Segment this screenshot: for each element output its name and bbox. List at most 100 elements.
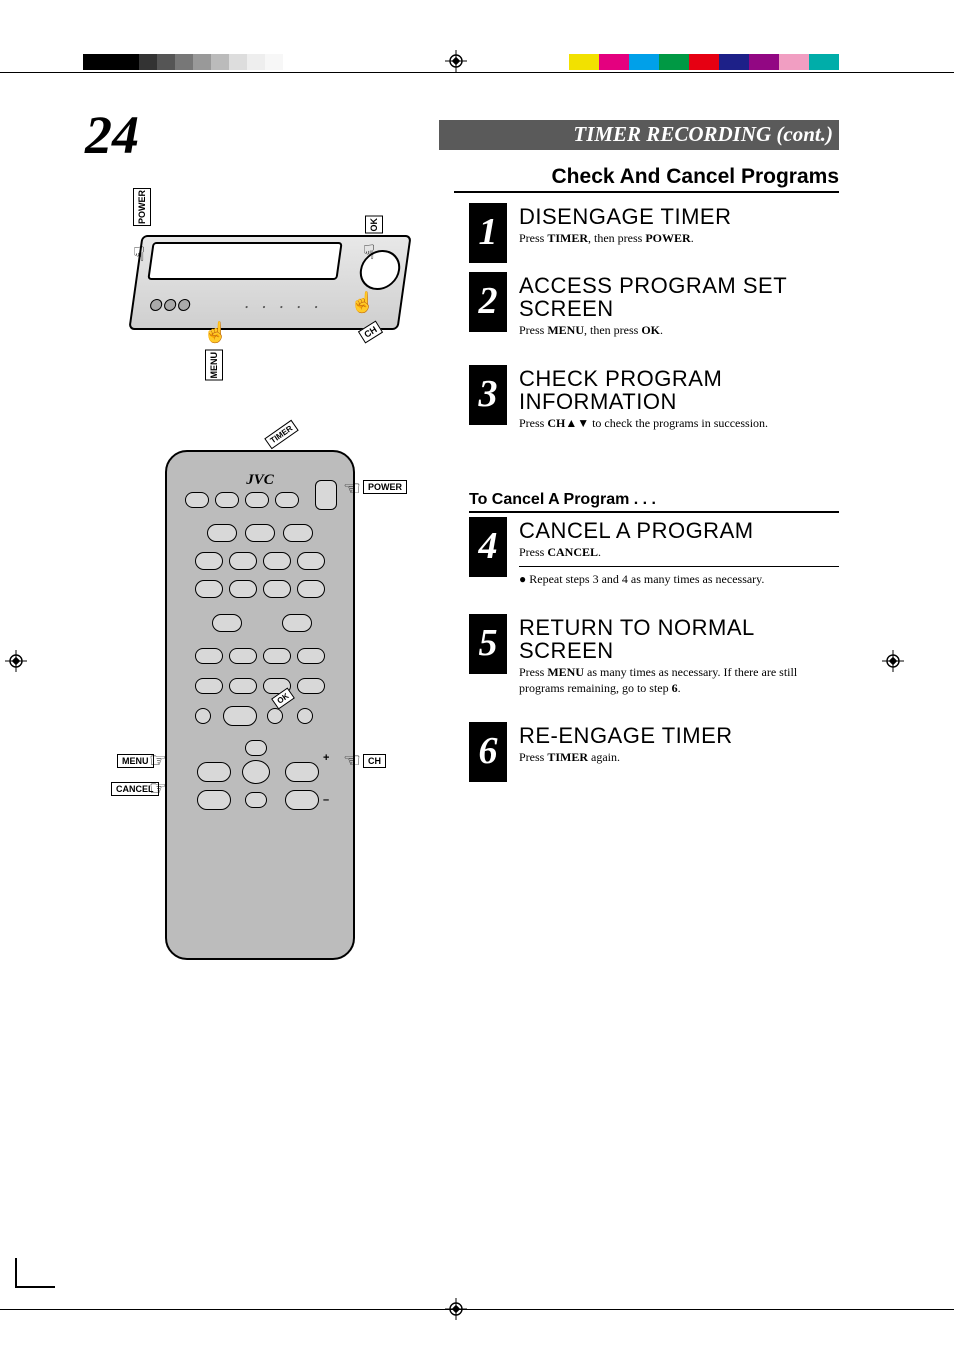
plus-label: + xyxy=(323,752,329,764)
step-6: 6RE-ENGAGE TIMERPress TIMER again. xyxy=(469,724,839,765)
hand-icon: ☞ xyxy=(149,776,167,801)
step-title: CHECK PROGRAM INFORMATION xyxy=(519,367,839,413)
remote-button xyxy=(297,648,325,664)
steps-column: 1 DISENGAGE TIMER Press TIMER, then press … xyxy=(469,205,839,793)
minus-label: – xyxy=(323,794,329,806)
reg-black-bar xyxy=(83,54,139,70)
step-body: Press TIMER again. xyxy=(519,749,839,765)
step-body: Press TIMER, then press POWER. xyxy=(519,230,839,246)
remote-body: JVC xyxy=(165,450,355,960)
remote-up-button xyxy=(245,740,267,756)
remote-button xyxy=(285,790,319,810)
hand-icon: ☟ xyxy=(133,242,145,267)
hand-icon: ☜ xyxy=(343,748,361,773)
step-number: 5 xyxy=(469,614,507,674)
crosshair-icon xyxy=(5,650,27,672)
page-number: 24 xyxy=(85,104,139,166)
remote-button xyxy=(229,552,257,570)
remote-button xyxy=(283,524,313,542)
remote-button xyxy=(297,708,313,724)
reg-line-bottom xyxy=(0,1309,954,1310)
remote-button xyxy=(245,492,269,508)
remote-button xyxy=(195,648,223,664)
remote-brand: JVC xyxy=(246,472,274,489)
callout-ok: OK xyxy=(365,216,383,234)
step-bullet: ● Repeat steps 3 and 4 as many times as … xyxy=(519,571,839,587)
remote-button xyxy=(195,708,211,724)
step-number: 6 xyxy=(469,722,507,782)
vcr-tape-slot xyxy=(147,242,342,280)
remote-button xyxy=(297,580,325,598)
step-body: Press MENU, then press OK. xyxy=(519,322,839,338)
hand-icon: ☞ xyxy=(149,748,167,773)
remote-button xyxy=(297,552,325,570)
step-number: 2 xyxy=(469,272,507,332)
callout-menu: MENU xyxy=(205,350,223,381)
remote-button xyxy=(297,678,325,694)
page-corner-mark xyxy=(15,1258,55,1288)
remote-menu-button xyxy=(197,762,231,782)
reg-line-top xyxy=(0,72,954,73)
left-illustration-column: • • • • • POWER OK MENU CH ☟ ☟ ☝ ☝ JVC xyxy=(95,180,425,960)
remote-illustration: JVC xyxy=(125,440,385,960)
crosshair-icon xyxy=(445,50,467,72)
step-number: 1 xyxy=(469,203,507,263)
remote-button xyxy=(245,524,275,542)
step-1: 1DISENGAGE TIMERPress TIMER, then press … xyxy=(469,205,839,246)
callout-power: POWER xyxy=(133,188,151,226)
remote-button xyxy=(263,648,291,664)
remote-button xyxy=(229,648,257,664)
remote-button xyxy=(275,492,299,508)
vcr-button-row xyxy=(149,298,231,314)
section-title-bar: TIMER RECORDING (cont.) xyxy=(439,120,839,150)
remote-button xyxy=(195,552,223,570)
vcr-illustration: • • • • • POWER OK MENU CH ☟ ☟ ☝ ☝ xyxy=(95,180,415,350)
remote-cancel-button xyxy=(197,790,231,810)
remote-button xyxy=(185,492,209,508)
reg-color-swatches xyxy=(569,54,839,70)
remote-button xyxy=(282,614,312,632)
remote-ch-button xyxy=(285,762,319,782)
remote-button xyxy=(229,678,257,694)
callout-timer: TIMER xyxy=(264,420,298,450)
remote-button xyxy=(212,614,242,632)
step-title: ACCESS PROGRAM SET SCREEN xyxy=(519,274,839,320)
step-body: Press CANCEL. xyxy=(519,544,839,560)
step-4: 4 CANCEL A PROGRAM Press CANCEL. ● Repeat s… xyxy=(469,519,839,587)
step-body: Press CH▲▼ to check the programs in succ… xyxy=(519,415,839,431)
step-2: 2 ACCESS PROGRAM SET SCREEN Press MENU, th… xyxy=(469,274,839,338)
remote-power-button xyxy=(315,480,337,510)
remote-button xyxy=(229,580,257,598)
step-title: RE-ENGAGE TIMER xyxy=(519,724,839,747)
step-5: 5 RETURN TO NORMAL SCREENPress MENU as ma… xyxy=(469,616,839,697)
remote-button xyxy=(263,580,291,598)
callout-power: POWER xyxy=(363,480,407,494)
vcr-indicator-dots: • • • • • xyxy=(244,302,324,312)
hand-icon: ☝ xyxy=(203,320,228,345)
remote-button xyxy=(215,492,239,508)
remote-ok-button xyxy=(267,708,283,724)
step-title: RETURN TO NORMAL SCREEN xyxy=(519,616,839,662)
subheading-cancel: To Cancel A Program . . . xyxy=(469,491,839,513)
callout-ch: CH xyxy=(363,754,386,768)
crosshair-icon xyxy=(882,650,904,672)
remote-button xyxy=(195,580,223,598)
step-title: CANCEL A PROGRAM xyxy=(519,519,839,542)
remote-button xyxy=(195,678,223,694)
remote-button xyxy=(207,524,237,542)
remote-center-button xyxy=(242,760,270,784)
remote-button xyxy=(263,552,291,570)
step-title: DISENGAGE TIMER xyxy=(519,205,839,228)
remote-button xyxy=(223,706,257,726)
reg-gray-gradient xyxy=(139,54,283,70)
step-number: 4 xyxy=(469,517,507,577)
divider xyxy=(519,566,839,567)
step-body: Press MENU as many times as necessary. I… xyxy=(519,664,839,696)
hand-icon: ☝ xyxy=(350,290,375,315)
page-content: 2 4 TIMER RECORDING (cont.) Check And Can… xyxy=(85,110,839,1268)
section-heading: Check And Cancel Programs xyxy=(454,165,839,193)
hand-icon: ☟ xyxy=(363,240,375,265)
hand-icon: ☜ xyxy=(343,476,361,501)
remote-down-button xyxy=(245,792,267,808)
print-registration-top xyxy=(0,54,954,74)
